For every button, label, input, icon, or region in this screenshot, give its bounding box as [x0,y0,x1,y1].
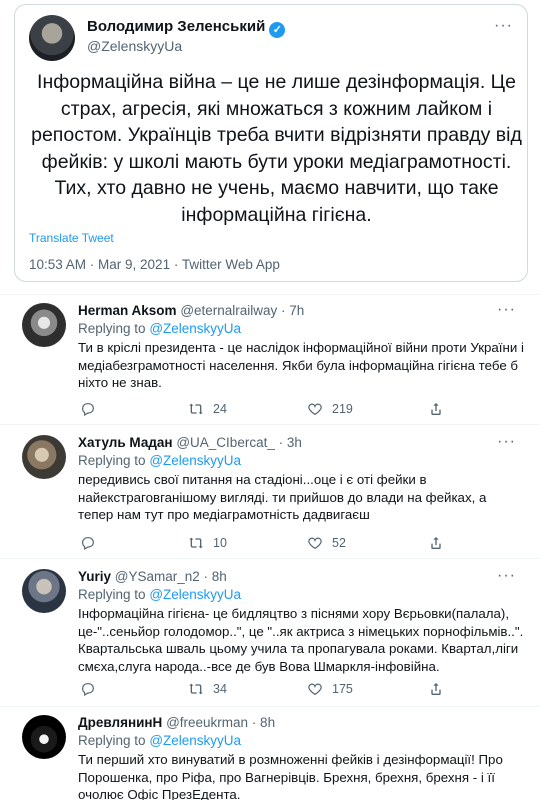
more-options-icon[interactable]: ··· [497,433,516,451]
mention-link[interactable]: @ZelenskyyUa [149,453,241,468]
reply-icon [80,401,96,417]
mention-link[interactable]: @ZelenskyyUa [149,733,241,748]
tweet-text: Інформаційна війна – це не лише дезінфор… [31,71,522,226]
retweet-count: 10 [213,536,227,550]
more-options-icon[interactable]: ··· [497,567,516,585]
reply-header: Yuriy @YSamar_n2 · 8h [78,569,227,584]
avatar[interactable] [22,569,66,613]
like-button[interactable]: 175 [307,681,353,697]
reply-author-handle[interactable]: @freeukrman · 8h [166,715,275,730]
retweet-count: 34 [213,682,227,696]
share-button[interactable] [428,681,444,697]
replying-to-label: Replying to [78,453,146,468]
share-icon [428,681,444,697]
tweet-timestamp[interactable]: 10:53 AM · Mar 9, 2021 · Twitter Web App [29,257,280,272]
replying-to: Replying to @ZelenskyyUa [78,453,241,468]
retweet-button[interactable]: 24 [188,401,227,417]
avatar[interactable] [29,15,75,61]
author-name[interactable]: Володимир Зеленський ✓ [87,18,286,38]
reply-button[interactable] [80,681,96,697]
replying-to-label: Replying to [78,587,146,602]
retweet-icon [188,401,204,417]
retweet-button[interactable]: 10 [188,535,227,551]
reply-text: Ти в кріслі президента - це наслідок інф… [78,340,524,390]
reply-text: Ти перший хто винуватий в розмноженні фе… [78,752,503,800]
verified-badge-icon: ✓ [269,22,286,38]
share-button[interactable] [428,535,444,551]
avatar[interactable] [22,435,66,479]
share-icon [428,535,444,551]
translate-tweet-link[interactable]: Translate Tweet [29,231,114,245]
reply-author-handle[interactable]: @YSamar_n2 · 8h [115,569,227,584]
reply-header: ДревлянинН @freeukrman · 8h [78,715,275,730]
replying-to-label: Replying to [78,321,146,336]
reply-text: Інформаційна гігієна- це бидляцтво з піс… [78,606,524,674]
share-icon [428,401,444,417]
reply-tweet[interactable]: Herman Aksom @eternalrailway · 7h ··· Re… [0,294,540,424]
main-tweet-card: Володимир Зеленський ✓ @ZelenskyyUa ··· І… [14,4,528,282]
action-bar: 34 175 [78,681,458,699]
reply-header: Herman Aksom @eternalrailway · 7h [78,303,304,318]
avatar[interactable] [22,715,66,759]
replying-to-label: Replying to [78,733,146,748]
action-bar: 24 219 [78,401,458,419]
like-count: 175 [332,682,353,696]
retweet-icon [188,535,204,551]
replying-to: Replying to @ZelenskyyUa [78,321,241,336]
like-button[interactable]: 219 [307,401,353,417]
reply-button[interactable] [80,535,96,551]
reply-author-name[interactable]: Herman Aksom [78,303,177,318]
reply-author-handle[interactable]: @eternalrailway · 7h [180,303,304,318]
reply-author-handle[interactable]: @UA_CIbercat_ · 3h [176,435,302,450]
reply-author-name[interactable]: Хатуль Мадан [78,435,173,450]
reply-header: Хатуль Мадан @UA_CIbercat_ · 3h [78,435,302,450]
retweet-icon [188,681,204,697]
like-button[interactable]: 52 [307,535,346,551]
reply-button[interactable] [80,401,96,417]
action-bar: 10 52 [78,535,458,553]
heart-icon [307,401,323,417]
mention-link[interactable]: @ZelenskyyUa [149,321,241,336]
reply-tweet[interactable]: ДревлянинН @freeukrman · 8h Replying to … [0,706,540,800]
author-handle[interactable]: @ZelenskyyUa [87,38,182,54]
retweet-count: 24 [213,402,227,416]
reply-tweet[interactable]: Yuriy @YSamar_n2 · 8h ··· Replying to @Z… [0,558,540,704]
more-options-icon[interactable]: ··· [497,301,516,319]
replying-to: Replying to @ZelenskyyUa [78,587,241,602]
replying-to: Replying to @ZelenskyyUa [78,733,241,748]
reply-author-name[interactable]: Yuriy [78,569,111,584]
reply-tweet[interactable]: Хатуль Мадан @UA_CIbercat_ · 3h ··· Repl… [0,424,540,554]
author-name-text[interactable]: Володимир Зеленський [87,18,265,35]
avatar[interactable] [22,303,66,347]
heart-icon [307,535,323,551]
like-count: 52 [332,536,346,550]
more-options-icon[interactable]: ··· [494,17,513,35]
share-button[interactable] [428,401,444,417]
mention-link[interactable]: @ZelenskyyUa [149,587,241,602]
retweet-button[interactable]: 34 [188,681,227,697]
reply-text: передивись свої питання на стадіоні...оц… [78,472,487,522]
like-count: 219 [332,402,353,416]
heart-icon [307,681,323,697]
reply-icon [80,535,96,551]
reply-icon [80,681,96,697]
reply-author-name[interactable]: ДревлянинН [78,715,162,730]
